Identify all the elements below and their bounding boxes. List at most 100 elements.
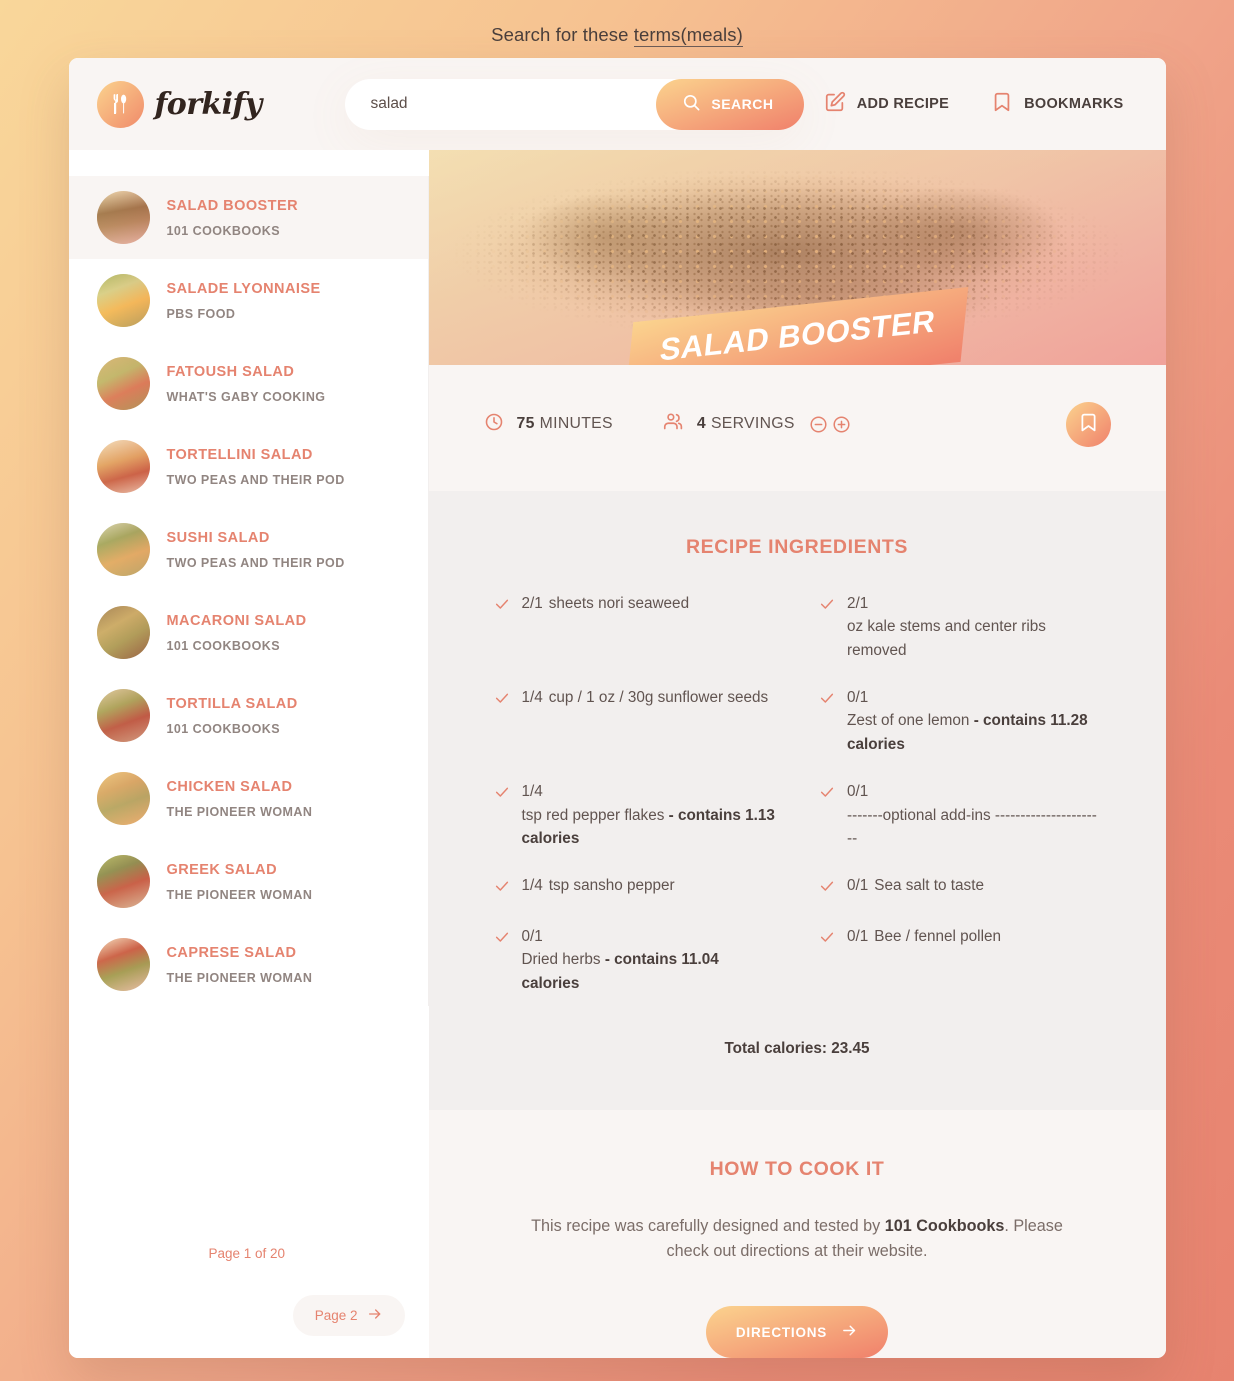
result-item-caprese-salad[interactable]: CAPRESE SALAD THE PIONEER WOMAN <box>69 923 429 1006</box>
result-title: TORTILLA SALAD <box>166 695 298 712</box>
search-button-label: SEARCH <box>711 96 774 112</box>
bookmark-icon <box>991 91 1013 117</box>
recipe-panel: SALAD BOOSTER 75 MINUTES 4 SERVINGS RECI… <box>428 150 1166 1358</box>
ingredient-description: -------optional add-ins ----------------… <box>847 806 1097 848</box>
check-icon <box>494 686 510 757</box>
recipe-ingredients-section: RECIPE INGREDIENTS 2/1 sheets nori seawee… <box>428 490 1166 1110</box>
search-results-list: SALAD BOOSTER 101 COOKBOOKS SALADE LYONN… <box>68 150 429 1006</box>
plus-circle-icon <box>832 416 851 437</box>
add-recipe-button[interactable]: ADD RECIPE <box>808 79 965 129</box>
ingredient-item: 2/1 oz kale stems and center ribs removed <box>809 592 1111 663</box>
check-icon <box>494 592 510 663</box>
app-header: forkify SEARCH ADD RECIPE <box>68 58 1166 150</box>
ingredient-description: tsp red pepper flakes <box>521 806 669 824</box>
ingredient-description: Zest of one lemon <box>847 712 974 730</box>
result-item-chicken-salad[interactable]: CHICKEN SALAD THE PIONEER WOMAN <box>69 757 429 840</box>
result-item-greek-salad[interactable]: GREEK SALAD THE PIONEER WOMAN <box>69 840 429 923</box>
result-item-salade-lyonnaise[interactable]: SALADE LYONNAISE PBS FOOD <box>69 259 429 342</box>
ingredient-description: Bee / fennel pollen <box>874 927 1001 945</box>
result-thumbnail <box>96 523 150 576</box>
result-item-salad-booster[interactable]: SALAD BOOSTER 101 COOKBOOKS <box>68 176 429 259</box>
directions-button-label: DIRECTIONS <box>735 1324 828 1340</box>
result-thumbnail <box>96 855 150 908</box>
result-link[interactable]: GREEK SALAD THE PIONEER WOMAN <box>69 840 428 923</box>
directions-button[interactable]: DIRECTIONS <box>705 1306 889 1358</box>
ingredient-item: 1/4 tsp red pepper flakes - contains 1.13… <box>484 780 786 851</box>
result-link[interactable]: TORTILLA SALAD 101 COOKBOOKS <box>69 674 428 757</box>
result-item-tortellini-salad[interactable]: TORTELLINI SALAD TWO PEAS AND THEIR POD <box>69 425 429 508</box>
search-input[interactable] <box>370 95 657 113</box>
ingredients-heading: RECIPE INGREDIENTS <box>685 535 909 558</box>
recipe-time-unit: MINUTES <box>539 415 613 433</box>
ingredient-description: oz kale stems and center ribs removed <box>847 618 1046 660</box>
recipe-time: 75 MINUTES <box>484 412 613 437</box>
result-thumbnail <box>96 938 150 991</box>
app-body: SALAD BOOSTER 101 COOKBOOKS SALADE LYONN… <box>68 150 1166 1358</box>
ingredient-item: 1/4 tsp sansho pepper <box>484 874 786 902</box>
fork-spoon-icon <box>96 80 144 128</box>
bookmarks-button[interactable]: BOOKMARKS <box>975 79 1139 129</box>
result-link[interactable]: FATOUSH SALAD WHAT'S GABY COOKING <box>69 342 428 425</box>
arrow-right-icon <box>367 1306 383 1325</box>
result-title: FATOUSH SALAD <box>166 363 295 380</box>
increase-servings-button[interactable] <box>832 415 851 434</box>
result-publisher: WHAT'S GABY COOKING <box>166 389 326 404</box>
result-publisher: 101 COOKBOOKS <box>166 638 281 653</box>
bookmarks-label: BOOKMARKS <box>1024 96 1124 112</box>
directions-text-before: This recipe was carefully designed and t… <box>531 1216 885 1235</box>
result-publisher: TWO PEAS AND THEIR POD <box>166 555 345 570</box>
ingredient-item: 0/1 Sea salt to taste <box>809 874 1111 902</box>
total-calories: Total calories: 23.45 <box>724 1039 870 1057</box>
result-title: CHICKEN SALAD <box>166 778 293 795</box>
minus-circle-icon <box>809 416 828 437</box>
logo-text: forkify <box>154 86 263 122</box>
result-publisher: THE PIONEER WOMAN <box>166 804 313 819</box>
next-page-button[interactable]: Page 2 <box>292 1295 405 1336</box>
result-item-fatoush-salad[interactable]: FATOUSH SALAD WHAT'S GABY COOKING <box>69 342 429 425</box>
logo[interactable]: forkify <box>96 80 345 128</box>
check-icon <box>494 874 510 902</box>
directions-heading: HOW TO COOK IT <box>709 1157 885 1180</box>
result-publisher: THE PIONEER WOMAN <box>166 887 313 902</box>
ingredient-item: 1/4 cup / 1 oz / 30g sunflower seeds <box>484 686 786 757</box>
result-link[interactable]: TORTELLINI SALAD TWO PEAS AND THEIR POD <box>69 425 428 508</box>
result-item-tortilla-salad[interactable]: TORTILLA SALAD 101 COOKBOOKS <box>69 674 429 757</box>
result-link[interactable]: SUSHI SALAD TWO PEAS AND THEIR POD <box>69 508 428 591</box>
recipe-directions-section: HOW TO COOK IT This recipe was carefully… <box>429 1110 1166 1358</box>
search-button[interactable]: SEARCH <box>656 78 804 130</box>
result-link[interactable]: SALADE LYONNAISE PBS FOOD <box>69 259 428 342</box>
search-results-sidebar: SALAD BOOSTER 101 COOKBOOKS SALADE LYONN… <box>68 150 429 1358</box>
search-form[interactable]: SEARCH <box>344 78 804 130</box>
result-thumbnail <box>96 606 150 659</box>
ingredient-quantity: 1/4 <box>521 688 543 706</box>
edit-icon <box>824 91 846 117</box>
pagination: Page 1 of 20 Page 2 <box>69 1238 429 1358</box>
result-thumbnail <box>96 440 150 493</box>
result-publisher: PBS FOOD <box>166 306 236 321</box>
recipe-figure: SALAD BOOSTER <box>428 150 1166 365</box>
check-icon <box>819 874 835 902</box>
recipe-time-value: 75 <box>516 415 535 433</box>
bookmark-recipe-button[interactable] <box>1065 401 1111 447</box>
result-title: SUSHI SALAD <box>166 529 270 546</box>
result-link[interactable]: SALAD BOOSTER 101 COOKBOOKS <box>68 176 428 259</box>
ingredient-quantity: 0/1 <box>847 927 869 945</box>
decrease-servings-button[interactable] <box>809 415 828 434</box>
ingredient-quantity: 1/4 <box>521 876 543 894</box>
result-publisher: THE PIONEER WOMAN <box>166 970 313 985</box>
result-thumbnail <box>96 191 150 244</box>
ingredient-quantity: 0/1 <box>847 876 869 894</box>
ingredient-item: 2/1 sheets nori seaweed <box>484 592 786 663</box>
add-recipe-label: ADD RECIPE <box>856 96 950 112</box>
search-icon <box>682 93 701 115</box>
result-item-sushi-salad[interactable]: SUSHI SALAD TWO PEAS AND THEIR POD <box>69 508 429 591</box>
ingredient-quantity: 2/1 <box>521 594 543 612</box>
result-link[interactable]: CAPRESE SALAD THE PIONEER WOMAN <box>69 923 428 1006</box>
result-thumbnail <box>96 357 150 410</box>
directions-text: This recipe was carefully designed and t… <box>517 1214 1077 1264</box>
page-caption: Search for these terms(meals) <box>491 24 743 47</box>
result-title: SALADE LYONNAISE <box>166 280 321 297</box>
result-link[interactable]: CHICKEN SALAD THE PIONEER WOMAN <box>69 757 428 840</box>
result-link[interactable]: MACARONI SALAD 101 COOKBOOKS <box>69 591 428 674</box>
result-item-macaroni-salad[interactable]: MACARONI SALAD 101 COOKBOOKS <box>69 591 429 674</box>
